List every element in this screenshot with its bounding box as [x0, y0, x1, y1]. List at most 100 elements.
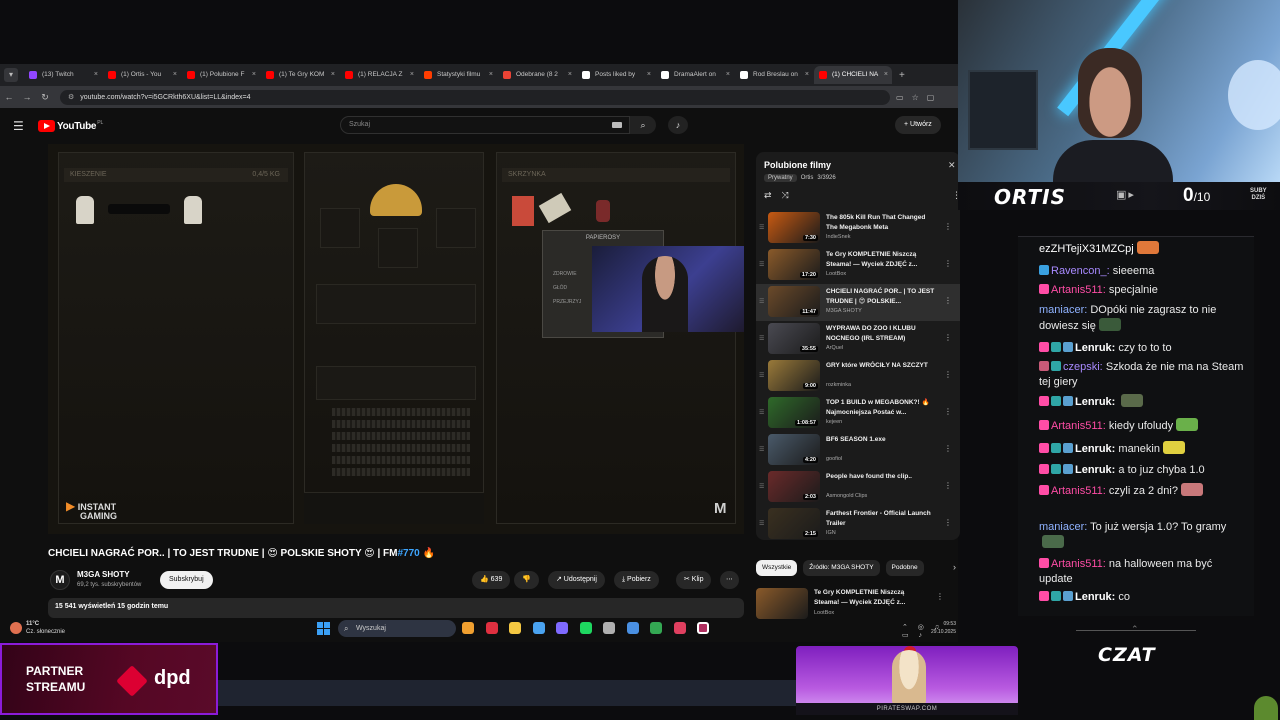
video-player[interactable]: KIESZENIE 0,4/5 KG SKRZYNKA PAPIEROSY ZD…: [48, 144, 744, 534]
browser-tab[interactable]: (1) RELACJA Z ×: [340, 66, 418, 84]
download-button[interactable]: ⤓ Pobierz: [614, 571, 659, 589]
more-vert-icon[interactable]: ⋮: [944, 518, 952, 527]
taskbar-app-icon[interactable]: [462, 622, 474, 634]
loop-icon[interactable]: ⇄: [764, 190, 772, 201]
taskbar-app-icon[interactable]: [626, 622, 639, 634]
more-vert-icon[interactable]: ⋮: [944, 370, 952, 379]
browser-tab[interactable]: DramaAlert on ×: [656, 66, 734, 84]
browser-tab[interactable]: (1) Te Gry KOM ×: [261, 66, 339, 84]
tool-slot[interactable]: [436, 208, 476, 248]
more-actions-button[interactable]: ⋯: [720, 571, 739, 589]
shirt-slot[interactable]: [378, 228, 418, 268]
new-tab-button[interactable]: +: [899, 70, 905, 81]
more-vert-icon[interactable]: ⋮: [944, 296, 952, 305]
filter-chip[interactable]: Wszystkie: [756, 560, 798, 576]
taskbar-app-icon[interactable]: [579, 622, 592, 634]
drag-handle-icon[interactable]: ☰: [759, 372, 764, 379]
chat-username[interactable]: Lenruk:: [1075, 342, 1115, 354]
back-icon[interactable]: ←: [0, 92, 18, 102]
dislike-button[interactable]: 👎: [514, 571, 539, 589]
browser-tab[interactable]: Posts liked by ×: [577, 66, 655, 84]
playlist-item[interactable]: ☰ 2:15 Farthest Frontier - Official Launch…: [756, 506, 960, 540]
browser-tab[interactable]: (13) Twitch ×: [24, 66, 102, 84]
browser-tab[interactable]: Statystyki filmu ×: [419, 66, 497, 84]
address-bar[interactable]: ⚙ youtube.com/watch?v=i5GCRkth6XU&list=L…: [60, 89, 890, 105]
chat-username[interactable]: Lenruk:: [1075, 591, 1115, 603]
chat-username[interactable]: Ravencon_:: [1051, 265, 1110, 277]
like-button[interactable]: 👍 639: [472, 571, 511, 589]
search-input[interactable]: Szukaj: [340, 116, 630, 134]
playlist-item[interactable]: ☰ 7:30 The 805k Kill Run That Changed The …: [756, 210, 960, 247]
tab-search-icon[interactable]: ▾: [4, 68, 18, 82]
tab-close-icon[interactable]: ×: [805, 66, 809, 84]
drag-handle-icon[interactable]: ☰: [759, 261, 764, 268]
share-button[interactable]: ↗ Udostępnij: [548, 571, 605, 589]
hotbar[interactable]: [304, 492, 484, 524]
tab-close-icon[interactable]: ×: [568, 66, 572, 84]
playlist-item[interactable]: ☰ 1:08:57 TOP 1 BUILD w MEGABONK?! 🔥 Najmo…: [756, 395, 960, 432]
fan-slots[interactable]: [316, 366, 476, 400]
playlist-owner[interactable]: Ortis: [801, 175, 814, 181]
microphone-icon[interactable]: ♪: [668, 116, 688, 134]
playlist-item[interactable]: ☰ 17:20 Te Gry KOMPLETNIE Niszczą Steama! …: [756, 247, 960, 284]
clip-button[interactable]: ✂ Klip: [676, 571, 712, 589]
chat-username[interactable]: maniacer:: [1039, 521, 1087, 533]
chat-username[interactable]: maniacer:: [1039, 304, 1087, 316]
taskbar-app-icon[interactable]: [650, 622, 662, 634]
taskbar-search[interactable]: ⌕ Wyszukaj: [338, 620, 456, 637]
tab-close-icon[interactable]: ×: [331, 66, 335, 84]
tab-close-icon[interactable]: ×: [410, 66, 414, 84]
drag-handle-icon[interactable]: ☰: [759, 224, 764, 231]
site-info-icon[interactable]: ⚙: [68, 93, 74, 101]
install-icon[interactable]: ▭: [896, 93, 904, 102]
search-icon[interactable]: ⌕: [630, 116, 656, 134]
close-icon[interactable]: ✕: [948, 160, 956, 171]
chat-username[interactable]: czepski:: [1063, 361, 1103, 373]
tab-close-icon[interactable]: ×: [884, 66, 888, 84]
playlist-item[interactable]: ☰ 11:47 CHCIELI NAGRAĆ POR.. | TO JEST TRU…: [756, 284, 960, 321]
playlist-item[interactable]: ☰ 9:00 GRY które WRÓCIŁY NA SZCZYT rozkmink…: [756, 358, 960, 395]
tab-close-icon[interactable]: ×: [252, 66, 256, 84]
more-vert-icon[interactable]: ⋮: [944, 259, 952, 268]
extensions-icon[interactable]: ▢: [927, 93, 935, 102]
taskbar-app-icon[interactable]: [556, 622, 568, 634]
windows-start-icon[interactable]: [317, 622, 330, 635]
subscribe-button[interactable]: Subskrybuj: [160, 571, 213, 589]
drag-handle-icon[interactable]: ☰: [759, 446, 764, 453]
more-vert-icon[interactable]: ⋮: [936, 592, 944, 601]
chat-username[interactable]: Lenruk:: [1075, 464, 1115, 476]
drag-handle-icon[interactable]: ☰: [759, 483, 764, 490]
browser-tab[interactable]: Rod Breslau on ×: [735, 66, 813, 84]
channel-avatar[interactable]: M: [50, 570, 70, 590]
video-views[interactable]: 15 541 wyświetleń 15 godzin temu: [48, 598, 744, 618]
taskbar-app-icon[interactable]: [485, 622, 498, 634]
browser-tab[interactable]: Odebrane (8 2 ×: [498, 66, 576, 84]
flashlight-item[interactable]: [108, 204, 170, 214]
taskbar-app-icon[interactable]: [509, 622, 521, 634]
chevron-right-icon[interactable]: ›: [953, 562, 956, 572]
bottle-item[interactable]: [596, 200, 610, 222]
filter-chip[interactable]: Źródło: M3GA SHOTY: [803, 560, 880, 576]
shuffle-icon[interactable]: ⤨: [782, 190, 789, 201]
more-vert-icon[interactable]: ⋮: [944, 407, 952, 416]
more-vert-icon[interactable]: ⋮: [944, 444, 952, 453]
chat-username[interactable]: Artanis511:: [1051, 420, 1106, 432]
bulb-item[interactable]: [184, 196, 202, 224]
bookmark-star-icon[interactable]: ☆: [912, 93, 919, 102]
playlist-item[interactable]: ☰ 4:20 BF6 SEASON 1.exe goofiol ⋮: [756, 432, 960, 469]
more-vert-icon[interactable]: ⋮: [944, 481, 952, 490]
forward-icon[interactable]: →: [18, 92, 36, 102]
taskbar-app-icon[interactable]: [673, 622, 686, 634]
bulb-item[interactable]: [76, 196, 94, 224]
playlist-title[interactable]: Polubione filmy: [764, 160, 831, 170]
drag-handle-icon[interactable]: ☰: [759, 335, 764, 342]
keyboard-icon[interactable]: [612, 122, 622, 128]
browser-tab[interactable]: (1) CHCIELI NA ×: [814, 66, 892, 84]
filter-chip[interactable]: Podobne: [885, 560, 924, 576]
chat-username[interactable]: Artanis511:: [1051, 485, 1106, 497]
equipment-slot[interactable]: [316, 284, 476, 324]
cigarettes-item[interactable]: [512, 196, 534, 226]
taskbar-app-icon[interactable]: [532, 622, 545, 634]
chat-username[interactable]: Lenruk:: [1075, 396, 1115, 408]
drag-handle-icon[interactable]: ☰: [759, 298, 764, 305]
